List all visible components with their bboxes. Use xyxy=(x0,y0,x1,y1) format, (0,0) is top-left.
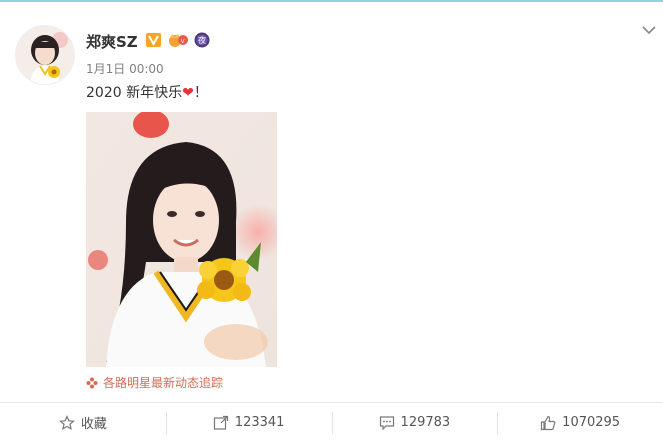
thumbs-up-icon xyxy=(541,415,556,430)
top-accent-line xyxy=(0,0,663,2)
repost-button[interactable]: 123341 xyxy=(165,403,332,442)
svg-text:夜: 夜 xyxy=(198,35,206,45)
svg-text:v: v xyxy=(181,37,185,45)
post-text-body: 2020 新年快乐 xyxy=(86,85,183,101)
action-bar: 收藏 123341 129783 1070295 xyxy=(0,403,663,442)
post-time[interactable]: 1月1日 00:00 xyxy=(86,60,164,77)
comment-icon xyxy=(379,415,394,430)
vip-crown-icon[interactable]: v xyxy=(167,32,189,48)
like-count: 1070295 xyxy=(562,415,621,430)
chevron-down-icon[interactable] xyxy=(641,22,657,38)
heart-emoji: ❤ xyxy=(182,85,194,101)
topic-link[interactable]: 各路明星最新动态追踪 xyxy=(86,374,223,391)
night-badge-icon[interactable]: 夜 xyxy=(194,32,210,48)
like-button[interactable]: 1070295 xyxy=(497,403,663,442)
avatar[interactable] xyxy=(16,26,74,84)
topic-link-label: 各路明星最新动态追踪 xyxy=(103,376,224,390)
repost-count: 123341 xyxy=(234,415,285,430)
comment-button[interactable]: 129783 xyxy=(331,403,498,442)
star-icon xyxy=(58,414,75,430)
author-badges: v 夜 xyxy=(146,32,210,48)
author-name[interactable]: 郑爽SZ xyxy=(86,31,138,52)
flower-icon xyxy=(86,377,98,388)
repost-icon xyxy=(213,415,228,430)
favorite-button[interactable]: 收藏 xyxy=(0,403,166,442)
favorite-label: 收藏 xyxy=(80,417,107,432)
post-image[interactable] xyxy=(86,112,277,367)
verified-v-icon[interactable] xyxy=(146,32,162,48)
post-text-suffix: ！ xyxy=(193,85,208,101)
comment-count: 129783 xyxy=(400,415,451,430)
post-text: 2020 新年快乐❤！ xyxy=(86,82,208,102)
